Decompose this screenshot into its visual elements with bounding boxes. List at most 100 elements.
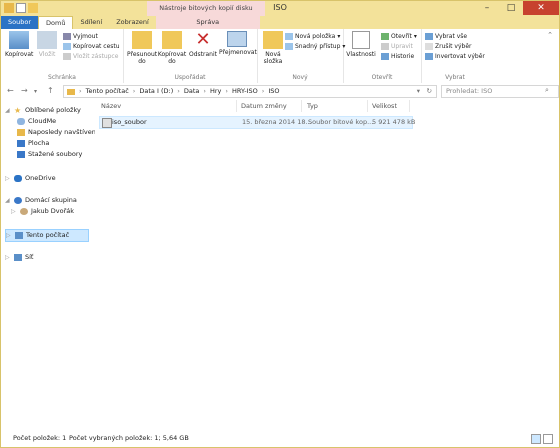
ribbon-collapse-icon[interactable]: ⌃ — [547, 31, 553, 39]
group-select: Vybrat vše Zrušit výběr Invertovat výběr… — [421, 29, 489, 83]
copy-path-label: Kopírovat cestu — [73, 43, 120, 50]
rename-button[interactable]: Přejmenovat — [219, 31, 257, 56]
recent-locations-icon[interactable]: ▾ — [34, 88, 37, 95]
column-header-date[interactable]: Datum změny — [241, 102, 287, 110]
maximize-button[interactable]: □ — [499, 1, 523, 15]
nav-homegroup-user[interactable]: ▷ Jakub Dvořák — [11, 206, 74, 217]
select-all-icon — [425, 33, 433, 40]
group-label-new: Nový — [292, 74, 308, 81]
disc-image-file-icon — [102, 118, 112, 128]
select-all-label: Vybrat vše — [435, 33, 468, 40]
column-header-size[interactable]: Velikost — [372, 102, 397, 110]
tab-file[interactable]: Soubor — [1, 16, 38, 29]
nav-homegroup[interactable]: ◢ Domácí skupina — [5, 195, 77, 206]
homegroup-icon — [14, 197, 22, 204]
tab-manage[interactable]: Správa — [155, 16, 260, 29]
address-dropdown-icon[interactable]: ▾ — [417, 86, 420, 97]
navigation-pane: ◢ ★ Oblíbené položky CloudMe Naposledy nav… — [1, 100, 100, 430]
nav-favorites-label: Oblíbené položky — [25, 106, 81, 114]
nav-desktop-label: Plocha — [28, 139, 50, 147]
nav-homegroup-user-label: Jakub Dvořák — [31, 207, 75, 215]
open-button[interactable]: Otevřít ▾ — [381, 33, 417, 40]
edit-button[interactable]: Upravit — [381, 43, 413, 50]
nav-onedrive[interactable]: ▷ OneDrive — [5, 173, 56, 184]
back-button[interactable]: ← — [7, 86, 14, 95]
tab-home[interactable]: Domů — [38, 16, 74, 29]
nav-downloads[interactable]: Stažené soubory — [17, 149, 82, 160]
easy-access-button[interactable]: Snadný přístup ▾ — [285, 43, 345, 50]
refresh-icon[interactable]: ↻ — [427, 86, 432, 97]
breadcrumb-iso[interactable]: ISO — [265, 86, 282, 97]
search-input[interactable]: Prohledat: ISO — [441, 85, 559, 98]
select-none-icon — [425, 43, 433, 50]
nav-network-label: Síť — [25, 253, 34, 261]
cut-label: Vyjmout — [73, 33, 98, 40]
minimize-button[interactable]: – — [475, 1, 499, 15]
copy-button[interactable]: Kopírovat — [5, 31, 33, 58]
nav-cloudme[interactable]: CloudMe — [17, 116, 56, 127]
breadcrumb-drive[interactable]: Data I (D:) — [136, 86, 176, 97]
nav-desktop[interactable]: Plocha — [17, 138, 49, 149]
group-new: Nová složka Nová položka ▾ Snadný přístu… — [257, 29, 345, 83]
new-folder-icon — [263, 31, 283, 49]
rename-label: Přejmenovat — [219, 49, 257, 56]
nav-network[interactable]: ▷ Síť — [5, 252, 33, 263]
tab-share[interactable]: Sdílení — [73, 16, 109, 29]
delete-label: Odstranit — [189, 51, 217, 58]
file-date: 15. března 2014 18... — [242, 118, 312, 126]
forward-button[interactable]: → — [21, 86, 28, 95]
folder-icon — [67, 88, 75, 95]
new-folder-button[interactable]: Nová složka — [259, 31, 287, 65]
column-separator[interactable] — [367, 100, 368, 112]
table-row[interactable]: iso_soubor 15. března 2014 18... Soubor … — [99, 116, 415, 129]
paste-shortcut-button[interactable]: Vložit zástupce — [63, 53, 118, 60]
nav-this-pc[interactable]: ▷ Tento počítač — [5, 229, 89, 242]
large-icons-view-icon[interactable] — [543, 434, 553, 444]
copy-to-button[interactable]: Kopírovat do — [157, 31, 187, 65]
history-button[interactable]: Historie — [381, 53, 414, 60]
group-clipboard: Kopírovat Vložit Vyjmout Kopírovat cestu… — [1, 29, 124, 83]
selected-count: Počet vybraných položek: 1; 5,64 GB — [69, 434, 189, 442]
nav-favorites[interactable]: ◢ ★ Oblíbené položky — [5, 105, 81, 116]
title-bar: Nástroje bitových kopií disku ISO – □ ✕ — [1, 1, 559, 16]
select-all-button[interactable]: Vybrat vše — [425, 33, 467, 40]
column-separator[interactable] — [301, 100, 302, 112]
breadcrumb-data[interactable]: Data — [181, 86, 203, 97]
cloud-icon — [17, 118, 25, 125]
cut-button[interactable]: Vyjmout — [63, 33, 98, 40]
new-item-button[interactable]: Nová položka ▾ — [285, 33, 340, 40]
column-header-name[interactable]: Název — [101, 102, 121, 110]
tab-view[interactable]: Zobrazení — [109, 16, 156, 29]
breadcrumb-this-pc[interactable]: Tento počítač — [83, 86, 132, 97]
status-bar: Počet položek: 1 Počet vybraných položek… — [1, 430, 559, 447]
breadcrumb-hry[interactable]: Hry — [207, 86, 224, 97]
address-bar[interactable]: › Tento počítač › Data I (D:) › Data › Hry ›… — [63, 85, 437, 98]
copy-path-button[interactable]: Kopírovat cestu — [63, 43, 120, 50]
close-button[interactable]: ✕ — [523, 1, 559, 15]
nav-recent-label: Naposledy navštívené — [28, 128, 100, 136]
properties-button[interactable]: Vlastnosti — [345, 31, 377, 58]
easy-access-label: Snadný přístup — [295, 43, 341, 50]
breadcrumb-hry-iso[interactable]: HRY-ISO — [229, 86, 261, 97]
group-label-organize: Uspořádat — [174, 74, 206, 81]
invert-selection-button[interactable]: Invertovat výběr — [425, 53, 485, 60]
nav-cloudme-label: CloudMe — [28, 117, 57, 125]
paste-button[interactable]: Vložit — [33, 31, 61, 58]
nav-recent[interactable]: Naposledy navštívené — [17, 127, 100, 138]
column-header-type[interactable]: Typ — [307, 102, 318, 110]
column-separator[interactable] — [409, 100, 410, 112]
file-name: iso_soubor — [112, 118, 147, 126]
column-separator[interactable] — [236, 100, 237, 112]
nav-this-pc-label: Tento počítač — [26, 231, 70, 239]
select-none-button[interactable]: Zrušit výběr — [425, 43, 472, 50]
move-to-button[interactable]: Přesunout do — [127, 31, 157, 65]
copy-to-label: Kopírovat do — [157, 51, 187, 65]
invert-selection-label: Invertovat výběr — [435, 53, 485, 60]
easy-access-icon — [285, 43, 293, 50]
details-view-icon[interactable] — [531, 434, 541, 444]
delete-button[interactable]: ✕ Odstranit — [189, 31, 217, 59]
network-icon — [14, 254, 22, 261]
up-button[interactable]: ↑ — [47, 86, 54, 95]
group-open: Vlastnosti Otevřít ▾ Upravit Historie Ot… — [343, 29, 422, 83]
ribbon-tabs: Soubor Domů Sdílení Zobrazení Správa — [1, 16, 559, 29]
